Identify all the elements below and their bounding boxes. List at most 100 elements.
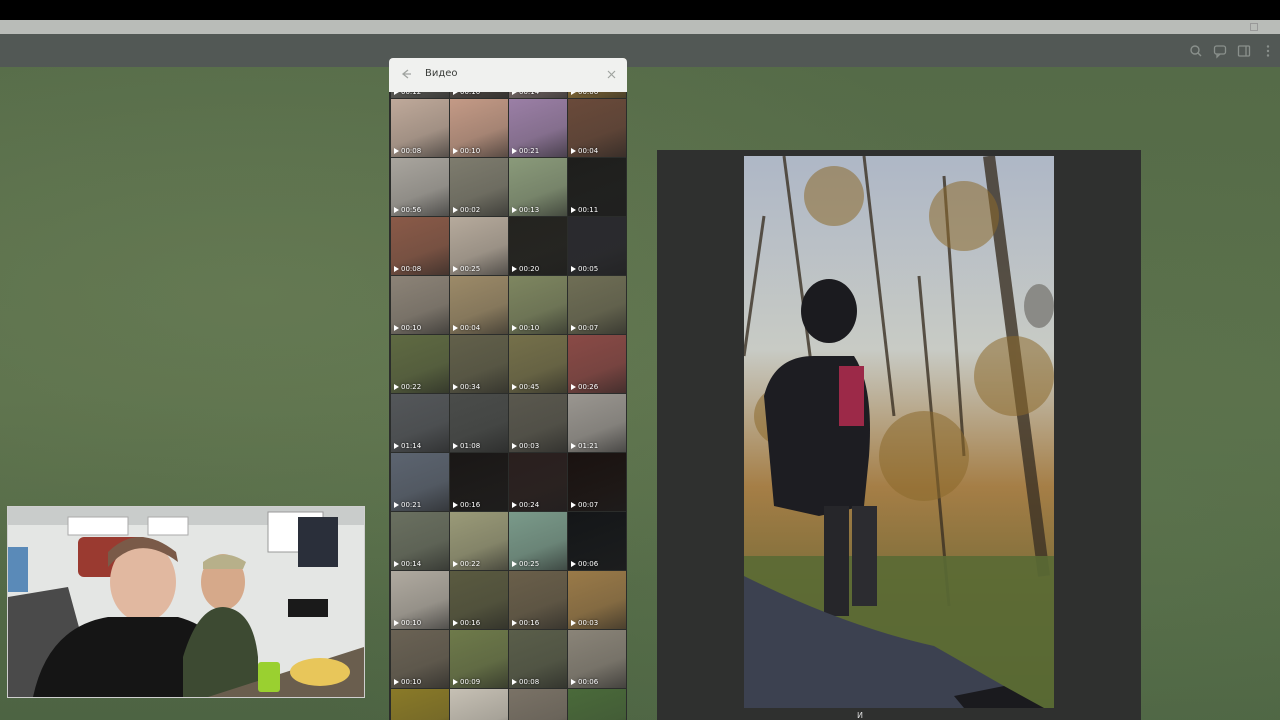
video-thumbnail[interactable]: 00:25: [509, 512, 567, 570]
video-thumbnail[interactable]: [568, 689, 626, 720]
video-thumbnail[interactable]: 00:04: [450, 276, 508, 334]
video-thumbnail[interactable]: [450, 689, 508, 720]
video-thumbnail[interactable]: 00:11: [568, 158, 626, 216]
play-icon: [394, 148, 399, 154]
video-duration: 00:22: [394, 383, 421, 391]
search-icon[interactable]: [1188, 43, 1204, 59]
video-thumbnail[interactable]: 00:16: [450, 571, 508, 629]
duration-label: 00:09: [460, 678, 481, 686]
duration-label: 00:03: [519, 442, 540, 450]
video-duration: 00:08: [394, 147, 421, 155]
video-thumbnail[interactable]: 01:14: [391, 394, 449, 452]
video-thumbnail[interactable]: 00:08: [391, 217, 449, 275]
video-thumbnail[interactable]: 00:08: [391, 99, 449, 157]
video-thumbnail[interactable]: 00:26: [568, 335, 626, 393]
video-thumbnail[interactable]: 00:10: [391, 276, 449, 334]
play-icon: [571, 325, 576, 331]
video-thumbnail[interactable]: 00:21: [391, 453, 449, 511]
chat-icon[interactable]: [1212, 43, 1228, 59]
video-thumbnail[interactable]: 00:14: [391, 512, 449, 570]
video-thumbnail[interactable]: 00:25: [450, 217, 508, 275]
play-icon: [394, 443, 399, 449]
video-thumbnail[interactable]: 00:10: [450, 99, 508, 157]
duration-label: 00:05: [578, 265, 599, 273]
video-thumbnail[interactable]: 00:45: [509, 335, 567, 393]
play-icon: [394, 207, 399, 213]
video-thumbnail[interactable]: 01:08: [450, 394, 508, 452]
video-duration: 00:05: [571, 265, 598, 273]
duration-label: 00:25: [460, 265, 481, 273]
video-thumbnail[interactable]: [509, 689, 567, 720]
video-thumbnail[interactable]: 00:10: [391, 630, 449, 688]
duration-label: 01:21: [578, 442, 599, 450]
play-icon: [453, 207, 458, 213]
video-thumbnail[interactable]: 00:06: [568, 512, 626, 570]
video-thumbnail[interactable]: 00:21: [509, 99, 567, 157]
video-duration: 00:24: [512, 501, 539, 509]
window-restore-icon[interactable]: [1250, 23, 1258, 31]
media-panel: 00:12 00:10 00:14 00:06 00:08 00:10 00:21 00:04…: [389, 58, 627, 720]
duration-label: 00:07: [578, 324, 599, 332]
video-thumbnail[interactable]: 00:10: [391, 571, 449, 629]
window-titlebar: [0, 20, 1280, 34]
video-thumbnail[interactable]: 00:16: [450, 453, 508, 511]
video-thumbnail[interactable]: 00:03: [509, 394, 567, 452]
duration-label: 01:08: [460, 442, 481, 450]
video-thumbnail[interactable]: 00:09: [450, 630, 508, 688]
video-thumbnail[interactable]: 00:07: [568, 276, 626, 334]
video-duration: 01:14: [394, 442, 421, 450]
duration-label: 00:08: [401, 265, 422, 273]
video-thumbnail[interactable]: 00:02: [450, 158, 508, 216]
play-icon: [571, 266, 576, 272]
video-thumbnail[interactable]: 00:03: [568, 571, 626, 629]
video-thumbnail[interactable]: 00:34: [450, 335, 508, 393]
video-thumbnail[interactable]: 00:16: [509, 571, 567, 629]
video-duration: 00:25: [512, 560, 539, 568]
play-icon: [453, 148, 458, 154]
duration-label: 00:22: [460, 560, 481, 568]
video-duration: 00:06: [571, 678, 598, 686]
video-duration: 00:16: [453, 501, 480, 509]
video-thumbnail[interactable]: 00:24: [509, 453, 567, 511]
video-duration: 00:07: [571, 324, 598, 332]
video-thumbnail[interactable]: 00:20: [509, 217, 567, 275]
video-thumbnail[interactable]: 00:22: [450, 512, 508, 570]
duration-label: 00:21: [401, 501, 422, 509]
duration-label: 00:08: [519, 678, 540, 686]
video-frame[interactable]: [744, 156, 1054, 708]
play-icon: [394, 502, 399, 508]
play-icon: [571, 620, 576, 626]
duration-label: 00:25: [519, 560, 540, 568]
more-icon[interactable]: [1260, 43, 1276, 59]
play-icon: [512, 620, 517, 626]
video-thumbnail[interactable]: 00:10: [509, 276, 567, 334]
duration-label: 00:14: [401, 560, 422, 568]
video-duration: 00:08: [394, 265, 421, 273]
video-duration: 00:07: [571, 501, 598, 509]
duration-label: 00:10: [401, 324, 422, 332]
video-duration: 00:26: [571, 383, 598, 391]
sidebar-icon[interactable]: [1236, 43, 1252, 59]
video-thumbnail[interactable]: 00:22: [391, 335, 449, 393]
video-thumbnail[interactable]: 00:07: [568, 453, 626, 511]
video-thumbnail[interactable]: 00:08: [509, 630, 567, 688]
play-icon: [394, 266, 399, 272]
video-thumbnail[interactable]: [391, 689, 449, 720]
video-duration: 00:21: [394, 501, 421, 509]
play-icon: [453, 679, 458, 685]
video-thumbnail[interactable]: 00:13: [509, 158, 567, 216]
video-thumbnail[interactable]: 00:05: [568, 217, 626, 275]
play-icon: [512, 679, 517, 685]
video-thumbnail[interactable]: 00:06: [568, 630, 626, 688]
play-icon: [394, 679, 399, 685]
video-thumbnail[interactable]: 01:21: [568, 394, 626, 452]
duration-label: 00:06: [578, 678, 599, 686]
video-thumbnail[interactable]: 00:56: [391, 158, 449, 216]
close-icon[interactable]: [606, 69, 617, 80]
screen-top-bar: [0, 0, 1280, 20]
back-arrow-icon[interactable]: [399, 67, 413, 81]
video-duration: 00:22: [453, 560, 480, 568]
video-thumbnail[interactable]: 00:04: [568, 99, 626, 157]
video-duration: 00:09: [453, 678, 480, 686]
duration-label: 00:10: [401, 619, 422, 627]
